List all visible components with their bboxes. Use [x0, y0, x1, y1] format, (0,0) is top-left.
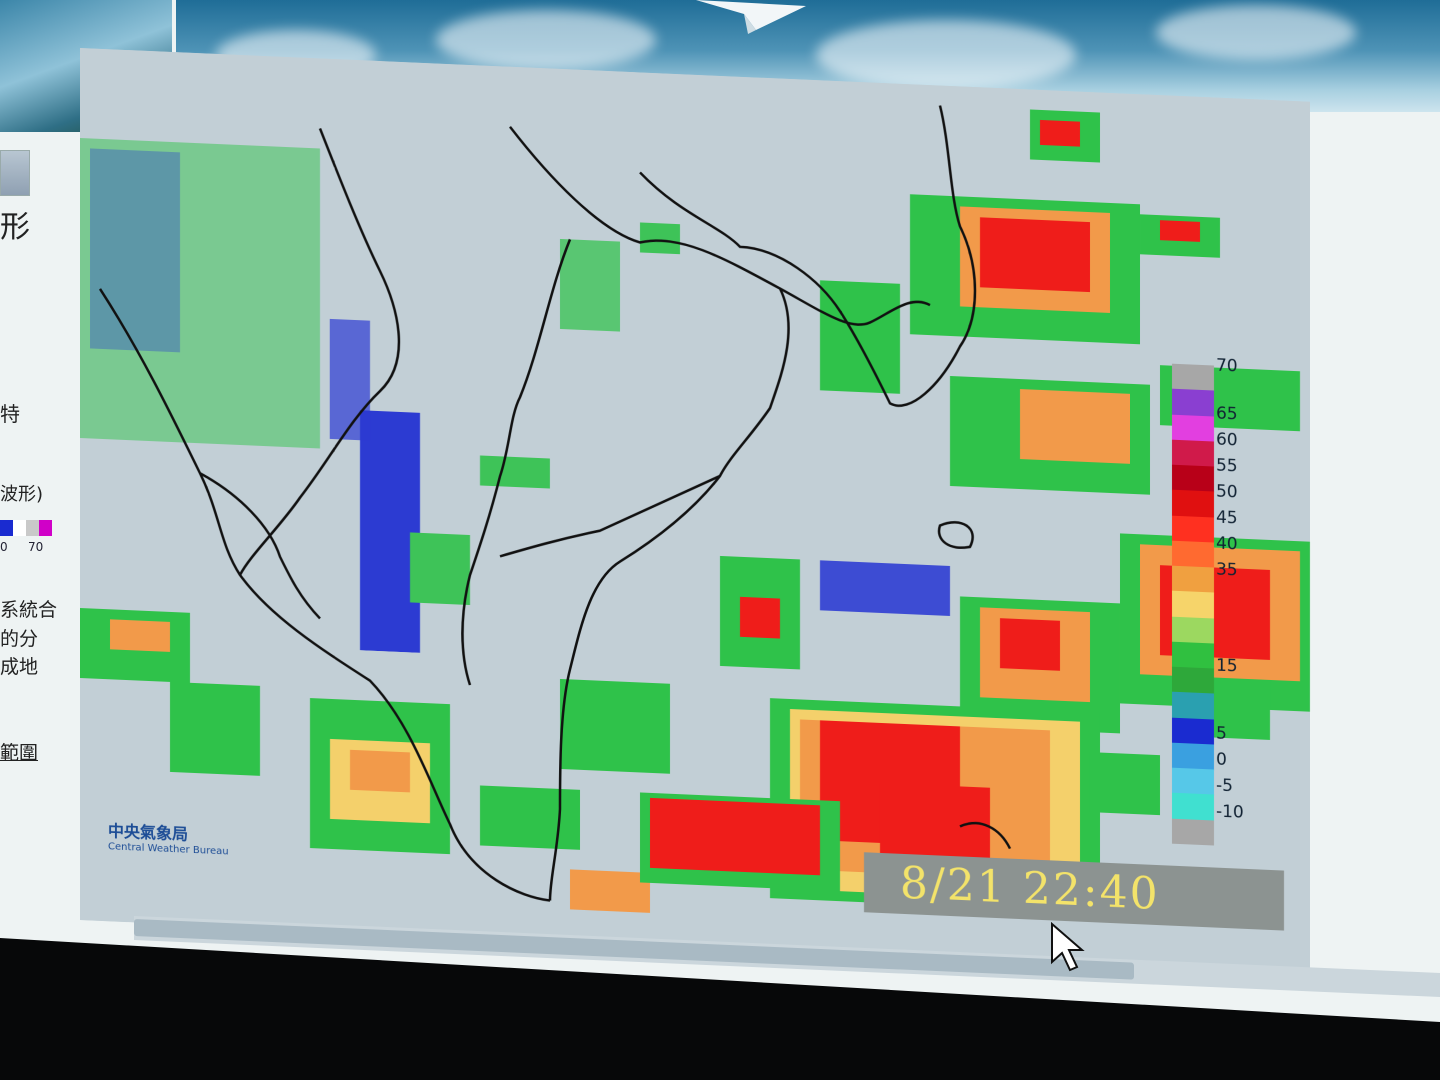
colorbar-segment — [1172, 692, 1214, 720]
colorbar-label: 40 — [1216, 533, 1238, 555]
sidebar-text-1: 特 — [0, 402, 20, 426]
colorbar-segment — [1172, 616, 1214, 644]
monitor-screen: 形 特 波形) 0 70 系統合 的分 成地 範圍 中央氣象局 Central … — [0, 0, 1440, 1022]
radar-map[interactable]: 中央氣象局 Central Weather Bureau 70 65 60 55 50 4… — [80, 48, 1310, 974]
sidebar-text-2: 波形) — [0, 484, 44, 505]
colorbar-label: 60 — [1216, 429, 1238, 451]
sidebar-scale-swatch — [13, 520, 26, 536]
radar-image — [80, 48, 1310, 974]
colorbar-segment — [1172, 363, 1214, 392]
mouse-cursor-icon — [1051, 922, 1085, 972]
colorbar-label: 0 — [1216, 749, 1227, 771]
sidebar-scale-swatch — [39, 520, 52, 536]
colorbar-segment — [1172, 414, 1214, 442]
colorbar-label: -5 — [1216, 775, 1233, 797]
colorbar-label: 45 — [1216, 507, 1238, 529]
colorbar-segment — [1172, 565, 1214, 594]
sidebar-title: 形 — [0, 210, 30, 245]
colorbar-label: 5 — [1216, 723, 1227, 745]
sidebar-desc-2: 的分 — [0, 628, 39, 650]
colorbar-label: 55 — [1216, 455, 1238, 477]
colorbar-label: 70 — [1216, 355, 1238, 377]
colorbar-label: 65 — [1216, 403, 1238, 425]
paper-plane-icon — [696, 0, 806, 34]
colorbar-segment — [1172, 767, 1214, 796]
sidebar-scale-min: 0 — [0, 540, 8, 554]
colorbar-label: 15 — [1216, 655, 1238, 677]
timestamp: 8/21 22:40 — [900, 857, 1160, 921]
colorbar-label: -10 — [1216, 801, 1244, 823]
colorbar-segment — [1172, 666, 1214, 695]
colorbar-segment — [1172, 515, 1214, 543]
colorbar-label: 35 — [1216, 559, 1238, 581]
colorbar-label: 50 — [1216, 481, 1238, 503]
sidebar-scale-swatch — [26, 520, 39, 536]
colorbar-segment — [1172, 540, 1214, 569]
colorbar-segment — [1172, 717, 1214, 745]
colorbar-segment — [1172, 388, 1214, 417]
sidebar-desc-3: 成地 — [0, 656, 39, 678]
colorbar-segment — [1172, 793, 1214, 821]
reflectivity-colorbar — [1172, 363, 1214, 846]
copyright-text: 中央氣象局 — [108, 821, 189, 844]
colorbar-segment — [1172, 489, 1214, 518]
sidebar-scale-max: 70 — [28, 540, 44, 554]
colorbar-segment — [1172, 591, 1214, 619]
sidebar: 形 特 波形) 0 70 系統合 的分 成地 範圍 — [0, 140, 76, 800]
sidebar-desc-1: 系統合 — [0, 599, 58, 621]
colorbar-segment — [1172, 464, 1214, 493]
sidebar-scale-swatch — [0, 520, 13, 536]
map-thumbnail[interactable] — [0, 150, 30, 196]
sidebar-link[interactable]: 範圍 — [0, 738, 38, 765]
sidebar-color-scale — [0, 520, 52, 536]
colorbar-segment — [1172, 742, 1214, 771]
colorbar-segment — [1172, 439, 1214, 468]
colorbar-segment — [1172, 641, 1214, 670]
colorbar-segment — [1172, 818, 1214, 846]
